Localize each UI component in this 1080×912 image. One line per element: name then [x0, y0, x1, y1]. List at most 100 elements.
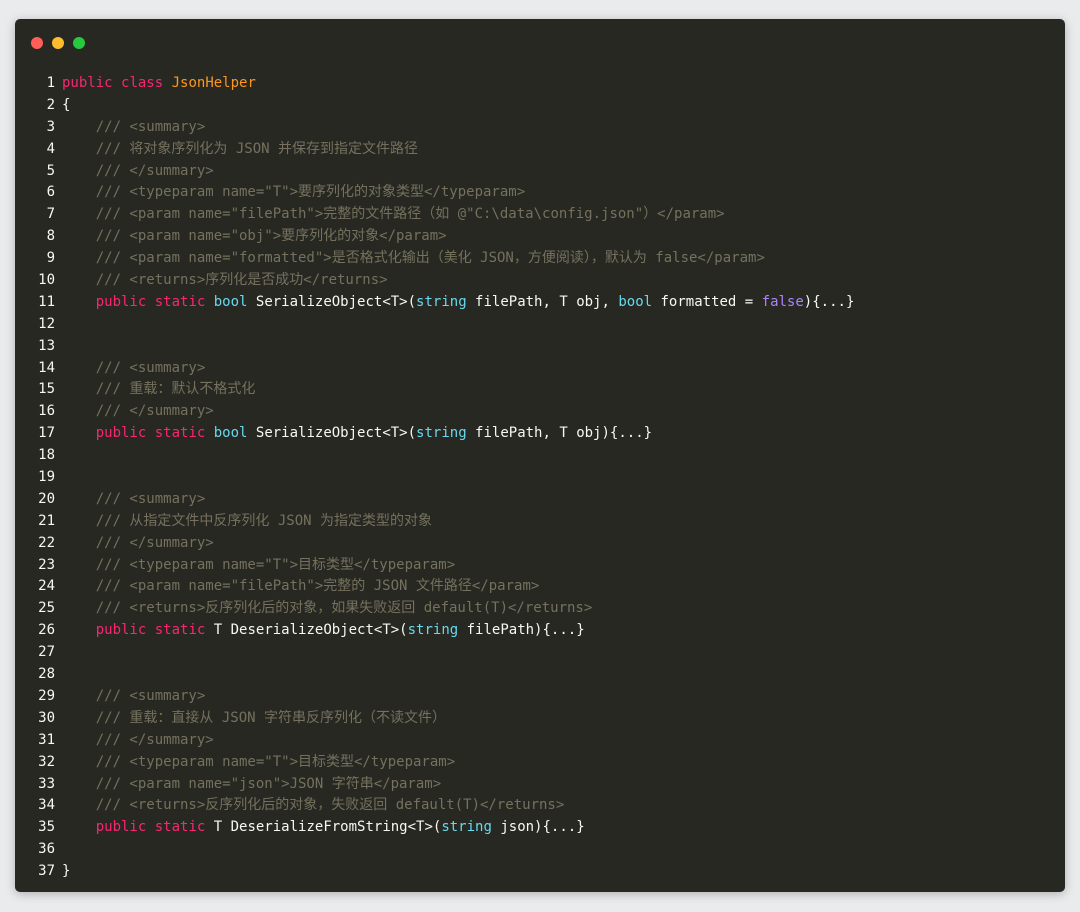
code-block[interactable]: 1 public class JsonHelper 2{3 /// <summary… — [15, 73, 1065, 883]
comment-token: /// <typeparam name="T">目标类型</typeparam> — [95, 556, 456, 573]
comment-token: /// 从指定文件中反序列化 JSON 为指定类型的对象 — [95, 512, 433, 529]
line-text: /// <param name="obj">要序列化的对象</param> — [55, 228, 447, 244]
type-token: string — [416, 293, 467, 310]
code-line: 7 /// <param name="filePath">完整的文件路径（如 @… — [15, 204, 1065, 226]
code-line: 21 /// 从指定文件中反序列化 JSON 为指定类型的对象 — [15, 511, 1065, 533]
code-line: 14 /// <summary> — [15, 358, 1065, 380]
keyword-token: static — [154, 819, 206, 836]
line-number: 25 — [38, 600, 55, 617]
plain-token: json){...} — [491, 819, 585, 836]
close-dot-icon[interactable] — [31, 37, 43, 49]
comment-token: /// <param name="filePath">完整的 JSON 文件路径… — [95, 578, 540, 595]
line-text: /// <summary> — [55, 359, 206, 376]
line-text: public static T DeserializeFromString<T>… — [55, 819, 585, 835]
line-text — [55, 469, 62, 485]
type-token: bool — [213, 293, 248, 310]
line-number: 30 — [38, 709, 55, 726]
type-token: bool — [213, 425, 248, 442]
code-line: 2{ — [15, 95, 1065, 117]
line-number: 31 — [38, 731, 55, 748]
keyword-token: static — [154, 293, 206, 310]
line-number: 29 — [38, 687, 55, 704]
line-number: 10 — [38, 272, 55, 289]
code-line: 13 — [15, 336, 1065, 358]
line-number: 12 — [38, 315, 55, 332]
line-number: 1 — [46, 75, 55, 91]
type-token: bool — [618, 293, 653, 310]
line-number: 32 — [38, 753, 55, 770]
line-number: 16 — [38, 403, 55, 420]
line-text: /// </summary> — [55, 403, 214, 419]
code-line: 20 /// <summary> — [15, 489, 1065, 511]
line-number: 4 — [46, 140, 55, 157]
code-line: 1 public class JsonHelper — [15, 73, 1065, 95]
code-line: 37} — [15, 861, 1065, 883]
keyword-token: static — [154, 425, 206, 442]
line-number: 14 — [38, 359, 55, 376]
line-text: /// <returns>反序列化后的对象，失败返回 default(T)</r… — [55, 797, 565, 813]
code-line: 15 /// 重载：默认不格式化 — [15, 379, 1065, 401]
code-line: 34 /// <returns>反序列化后的对象，失败返回 default(T)… — [15, 795, 1065, 817]
line-number: 28 — [38, 666, 55, 683]
line-text: /// <typeparam name="T">目标类型</typeparam> — [55, 557, 455, 573]
line-number: 27 — [38, 644, 55, 661]
line-number: 23 — [38, 556, 55, 573]
line-text: /// <param name="filePath">完整的 JSON 文件路径… — [55, 578, 540, 595]
line-number: 18 — [38, 447, 55, 464]
comment-token: /// <returns>序列化是否成功</returns> — [95, 272, 388, 289]
comment-token: /// <summary> — [95, 359, 206, 376]
line-number: 37 — [38, 863, 55, 880]
line-text: /// 将对象序列化为 JSON 并保存到指定文件路径 — [55, 141, 418, 157]
minimize-dot-icon[interactable] — [52, 37, 64, 49]
line-text: /// <summary> — [55, 491, 206, 507]
plain-token: filePath, T obj, — [466, 293, 619, 310]
line-number: 3 — [46, 118, 55, 135]
code-line: 24 /// <param name="filePath">完整的 JSON 文… — [15, 576, 1065, 598]
line-number: 24 — [38, 578, 55, 595]
code-line: 29 /// <summary> — [15, 686, 1065, 708]
code-line: 22 /// </summary> — [15, 533, 1065, 555]
plain-token: filePath, T obj){...} — [466, 425, 653, 442]
line-text: /// </summary> — [55, 535, 214, 551]
line-number: 7 — [46, 206, 55, 223]
line-text: /// </summary> — [55, 732, 214, 748]
plain-token: T DeserializeFromString<T>( — [205, 819, 442, 836]
line-text: /// 重载：直接从 JSON 字符串反序列化（不读文件） — [55, 710, 446, 726]
code-line: 6 /// <typeparam name="T">要序列化的对象类型</typ… — [15, 182, 1065, 204]
keyword-token: public — [62, 75, 113, 91]
code-line: 18 — [15, 445, 1065, 467]
plain-token: formatted = — [652, 293, 762, 310]
comment-token: /// <returns>反序列化后的对象，如果失败返回 default(T)<… — [95, 600, 593, 617]
plain-token: { — [62, 96, 71, 113]
code-line: 4 /// 将对象序列化为 JSON 并保存到指定文件路径 — [15, 139, 1065, 161]
line-number: 19 — [38, 469, 55, 486]
line-number: 33 — [38, 775, 55, 792]
code-window: 1 public class JsonHelper 2{3 /// <summary… — [15, 19, 1065, 892]
type-token: string — [416, 425, 467, 442]
comment-token: /// <param name="formatted">是否格式化输出（美化 J… — [95, 250, 765, 267]
plain-token: SerializeObject<T>( — [247, 293, 417, 310]
maximize-dot-icon[interactable] — [73, 37, 85, 49]
comment-token: /// <typeparam name="T">目标类型</typeparam> — [95, 753, 456, 770]
comment-token: /// 将对象序列化为 JSON 并保存到指定文件路径 — [95, 140, 419, 157]
line-text — [55, 666, 62, 682]
comment-token: /// </summary> — [95, 162, 214, 179]
line-text — [55, 841, 62, 857]
literal-token: false — [761, 293, 804, 310]
line-number: 2 — [46, 96, 55, 113]
